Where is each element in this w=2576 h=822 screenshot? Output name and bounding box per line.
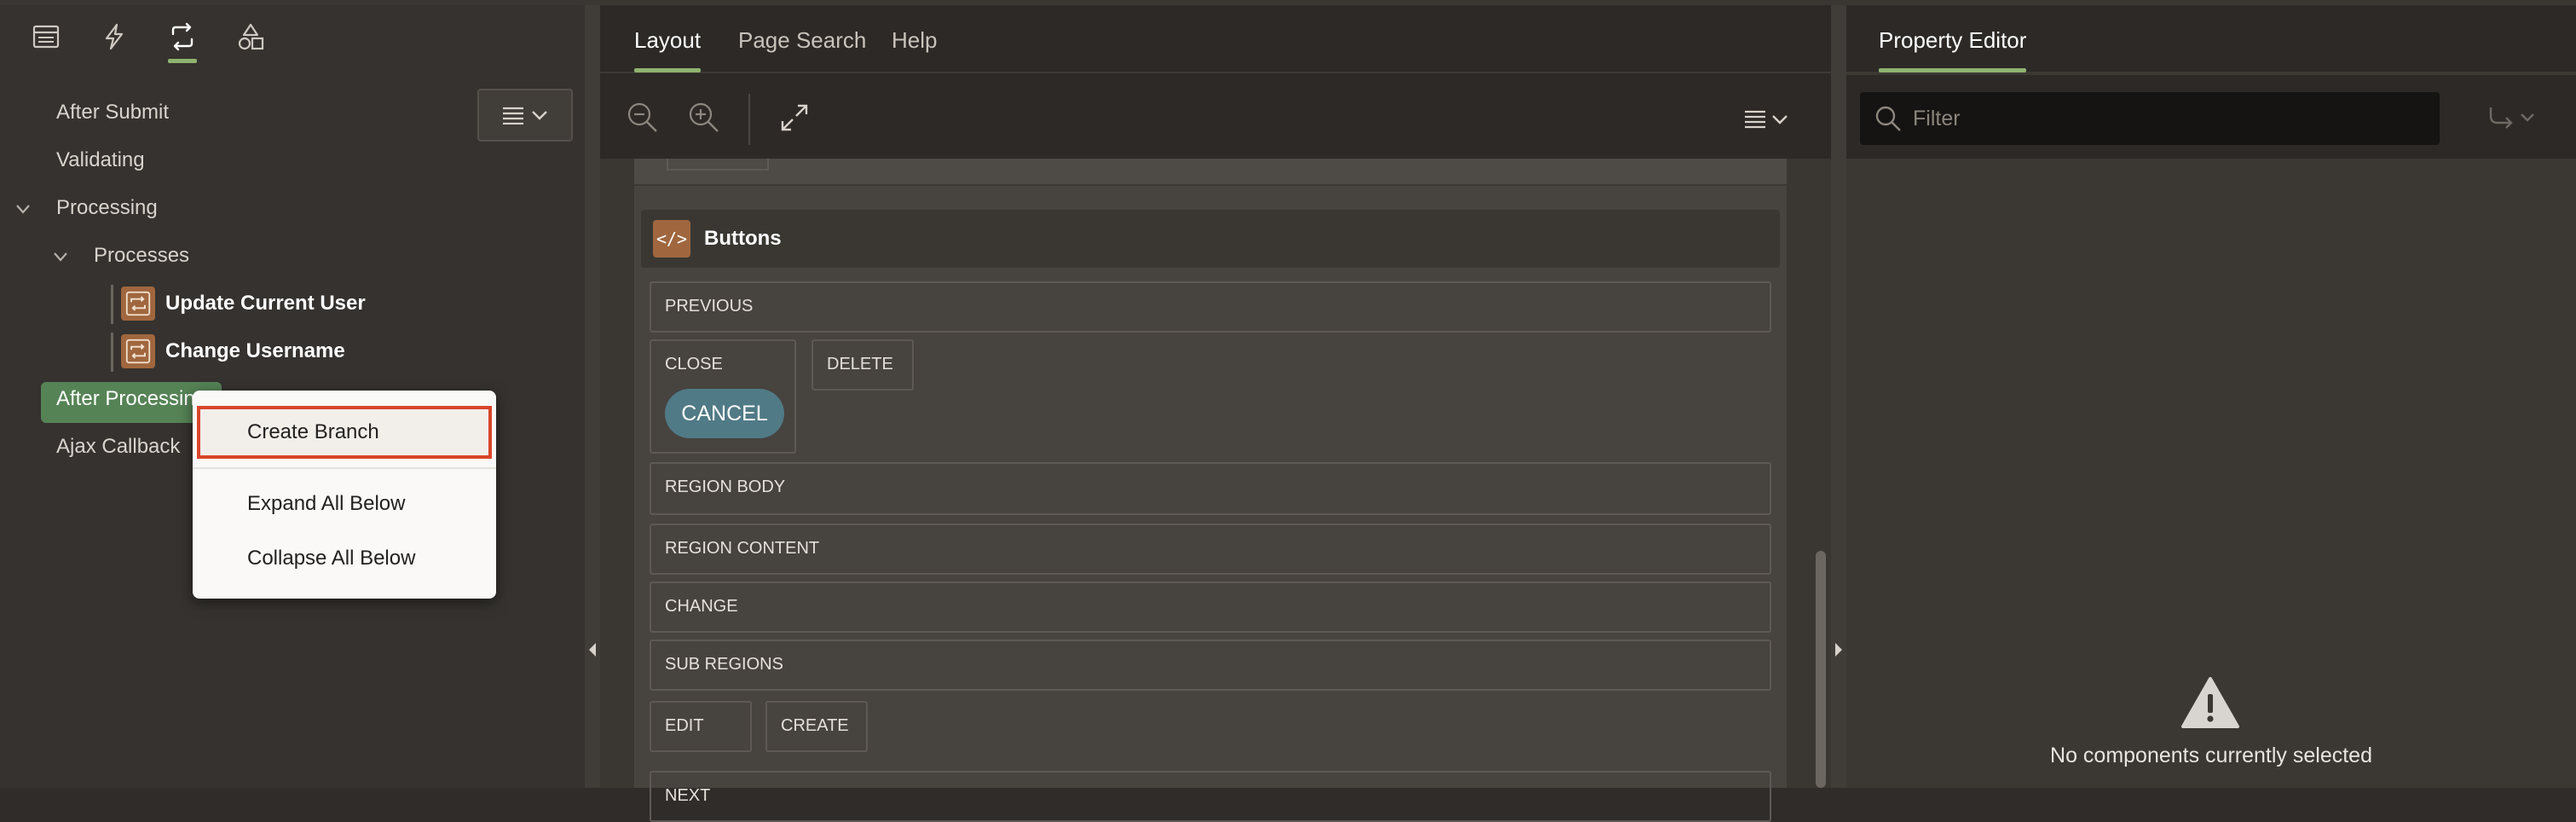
warning-icon	[2181, 677, 2239, 728]
collapse-left-icon[interactable]	[589, 643, 596, 657]
right-splitter[interactable]	[1831, 5, 1846, 788]
tab-help[interactable]: Help	[892, 27, 937, 54]
expand-chevron-icon[interactable]	[14, 200, 32, 218]
tree-node-update-current-user[interactable]: Update Current User	[165, 292, 366, 315]
slot-create[interactable]: CREATE	[765, 701, 868, 752]
hamburger-menu-icon	[503, 107, 523, 124]
slot-next[interactable]: NEXT	[650, 771, 1771, 822]
zoom-out-icon[interactable]	[626, 101, 660, 135]
region-title: Buttons	[704, 227, 782, 250]
tab-page-search[interactable]: Page Search	[738, 27, 866, 54]
right-tab-bar: Property Editor	[1846, 5, 2576, 73]
tree-node-processes[interactable]: Processes	[94, 244, 189, 268]
tree-node-after-submit[interactable]: After Submit	[56, 101, 169, 124]
process-icon	[121, 334, 155, 368]
layout-toolbar	[600, 75, 1831, 159]
layout-menu-icon[interactable]	[1744, 109, 1790, 130]
lightning-icon	[105, 23, 124, 50]
layout-canvas: </> Buttons PREVIOUS CLOSE CANCEL DELETE…	[600, 159, 1831, 822]
tree-node-change-username[interactable]: Change Username	[165, 339, 345, 363]
left-splitter[interactable]	[585, 5, 600, 788]
slot-region-body[interactable]: REGION BODY	[650, 462, 1771, 515]
slot-region-content[interactable]: REGION CONTENT	[650, 524, 1771, 575]
slot-previous[interactable]: PREVIOUS	[650, 281, 1771, 333]
rendering-icon	[32, 25, 60, 49]
static-content-icon: </>	[653, 220, 690, 258]
shapes-icon	[238, 23, 264, 50]
slot-change[interactable]: CHANGE	[650, 582, 1771, 633]
slot-close[interactable]: CLOSE CANCEL	[650, 339, 796, 454]
empty-state-message: No components currently selected	[2050, 744, 2372, 767]
tree-node-validating[interactable]: Validating	[56, 148, 145, 172]
tree-guide-line	[111, 333, 113, 372]
context-menu: Create Branch Expand All Below Collapse …	[193, 391, 496, 599]
go-to-group-icon[interactable]	[2487, 106, 2538, 131]
tab-shared-components[interactable]	[232, 22, 269, 67]
canvas-scrollbar[interactable]	[1816, 551, 1826, 788]
menu-item-collapse-all-below[interactable]: Collapse All Below	[193, 532, 496, 585]
previous-region-bottom	[634, 159, 1787, 186]
process-icon	[121, 287, 155, 321]
toolbar-separator	[748, 94, 750, 145]
cancel-button[interactable]: CANCEL	[665, 389, 784, 438]
processing-icon	[171, 22, 193, 51]
tree-guide-line	[111, 285, 113, 324]
tree-menu-button[interactable]	[477, 89, 573, 142]
tab-rendering[interactable]	[27, 22, 65, 67]
page-frame: </> Buttons PREVIOUS CLOSE CANCEL DELETE…	[634, 159, 1787, 822]
tab-processing[interactable]	[164, 22, 201, 67]
tree-node-ajax-callback[interactable]: Ajax Callback	[56, 435, 180, 459]
tree-node-processing[interactable]: Processing	[56, 196, 158, 220]
expand-chevron-icon[interactable]	[51, 247, 70, 266]
collapse-right-icon[interactable]	[1835, 643, 1842, 657]
filter-input[interactable]	[1913, 102, 2424, 135]
menu-item-expand-all-below[interactable]: Expand All Below	[193, 478, 496, 530]
right-panel: Property Editor No components currently …	[1846, 5, 2576, 788]
left-tab-bar	[0, 5, 585, 73]
slot-edit[interactable]: EDIT	[650, 701, 752, 752]
zoom-in-icon[interactable]	[687, 101, 721, 135]
center-panel: Layout Page Search Help </> Buttons PREV…	[600, 5, 1831, 822]
search-icon	[1875, 106, 1901, 131]
buttons-region-header[interactable]: </> Buttons	[641, 210, 1780, 268]
slot-sub-regions[interactable]: SUB REGIONS	[650, 640, 1771, 691]
previous-region-slot	[667, 159, 769, 171]
center-tab-bar: Layout Page Search Help	[600, 5, 1831, 73]
menu-separator	[193, 467, 496, 469]
filter-field[interactable]	[1860, 92, 2440, 145]
tab-layout[interactable]: Layout	[634, 27, 702, 72]
menu-item-create-branch[interactable]: Create Branch	[197, 406, 492, 459]
tab-property-editor[interactable]: Property Editor	[1879, 27, 2027, 72]
chevron-down-icon	[532, 111, 547, 120]
tree-node-after-processing[interactable]: After Processing	[56, 387, 206, 411]
property-toolbar	[1846, 75, 2576, 159]
slot-delete[interactable]: DELETE	[811, 339, 914, 391]
tab-dynamic-actions[interactable]	[95, 22, 133, 67]
expand-icon[interactable]	[777, 101, 811, 135]
